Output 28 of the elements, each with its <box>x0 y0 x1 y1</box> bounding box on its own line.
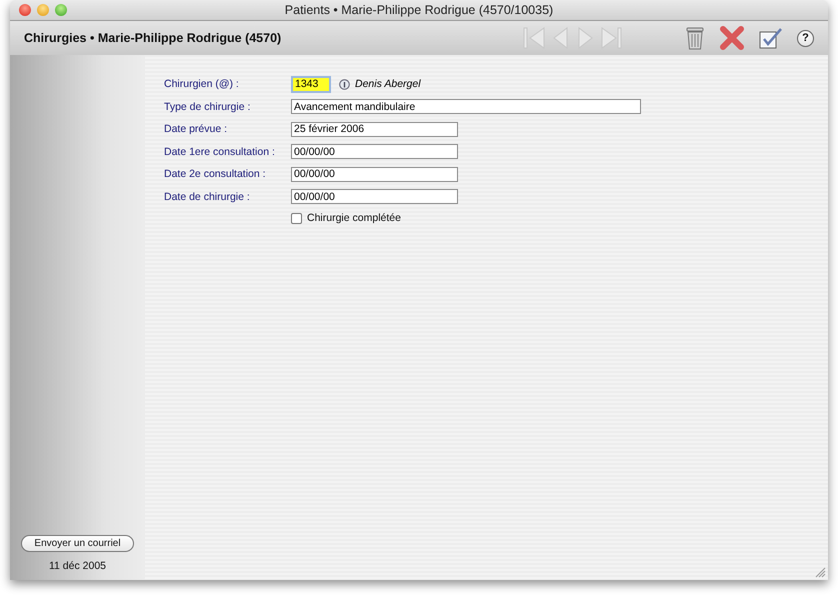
field-label: Date prévue : <box>164 123 228 136</box>
zoom-button[interactable] <box>55 4 67 16</box>
date-label: 11 déc 2005 <box>48 560 106 572</box>
field-label: Date de chirurgie : <box>164 190 251 203</box>
minimize-button[interactable] <box>37 4 49 16</box>
input-field[interactable]: 00/00/00 <box>291 189 458 204</box>
record-title: Chirurgies • Marie-Philippe Rodrigue (4570) <box>24 31 282 45</box>
send-email-button[interactable]: Envoyer un courriel <box>21 535 134 552</box>
info-icon[interactable] <box>339 78 350 90</box>
field-label: Date 2e consultation : <box>164 168 267 180</box>
field-label: Date 1ere consultation : <box>164 146 276 158</box>
close-icon[interactable] <box>719 26 745 50</box>
trash-icon[interactable] <box>685 26 705 50</box>
field-label: Chirurgien (@) : <box>164 78 240 90</box>
input-field[interactable]: 1343 <box>291 76 331 93</box>
surgeon-name: Denis Abergel <box>355 78 421 90</box>
checkbox[interactable] <box>291 212 302 224</box>
close-button[interactable] <box>19 4 31 16</box>
checkbox-label: Chirurgie complétée <box>307 212 401 224</box>
input-field[interactable]: 25 février 2006 <box>291 122 458 137</box>
input-field[interactable]: Avancement mandibulaire <box>291 99 641 114</box>
input-field[interactable]: 00/00/00 <box>291 166 458 182</box>
checkbox-check-icon[interactable] <box>759 27 783 49</box>
window-title: Patients • Marie-Philippe Rodrigue (4570/10035) <box>284 3 554 17</box>
field-label: Type de chirurgie : <box>164 100 252 113</box>
input-field[interactable]: 00/00/00 <box>291 144 458 160</box>
resize-grip-icon[interactable] <box>815 567 826 578</box>
help-button[interactable]: ? <box>797 30 814 46</box>
